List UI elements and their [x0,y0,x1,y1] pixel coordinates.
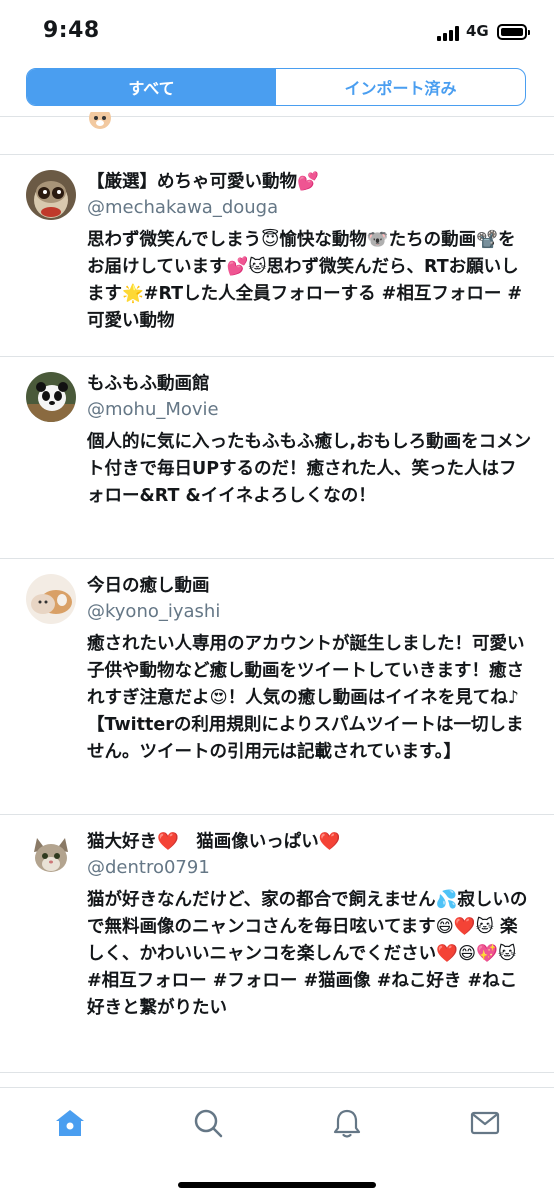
divider [0,116,554,117]
messages-icon[interactable] [468,1106,502,1140]
avatar[interactable] [26,830,76,880]
tab-imported[interactable]: インポート済み [276,69,525,105]
display-name: もふもふ動画館 [87,374,210,394]
avatar[interactable] [26,372,76,422]
display-name: 猫大好き❤️ 猫画像いっぱい❤️ [87,832,341,852]
bio-text: 猫が好きなんだけど、家の都合で飼えません💦寂しいので無料画像のニャンコさんを毎日… [87,890,528,1018]
account-row[interactable]: 猫大好き❤️ 猫画像いっぱい❤️ @dentro0791 猫が好きなんだけど、家… [0,814,554,1072]
avatar[interactable] [26,574,76,624]
home-indicator [178,1182,376,1188]
account-row[interactable]: もふもふ動画館 @mohu_Movie 個人的に気に入ったもふもふ癒し,おもしろ… [0,356,554,558]
user-handle: @mechakawa_douga [87,197,279,218]
status-time: 9:48 [43,18,100,43]
hamster-emoji-icon [89,112,111,129]
account-info: もふもふ動画館 @mohu_Movie 個人的に気に入ったもふもふ癒し,おもしろ… [87,371,532,510]
account-info: 【厳選】めちゃ可愛い動物💕 @mechakawa_douga 思わず微笑んでしま… [87,169,532,335]
home-icon[interactable] [53,1106,87,1140]
battery-icon [497,24,530,40]
bio-text: 思わず微笑んでしまう😇愉快な動物🐨たちの動画📽️をお届けしています💕🐱思わず微笑… [87,230,523,331]
notifications-icon[interactable] [330,1106,364,1140]
network-type: 4G [466,22,489,40]
divider [0,1072,554,1073]
account-row[interactable]: 【厳選】めちゃ可愛い動物💕 @mechakawa_douga 思わず微笑んでしま… [0,154,554,356]
bio-text: 癒されたい人専用のアカウントが誕生しました！可愛い子供や動物など癒し動画をツイー… [87,634,525,762]
avatar[interactable] [26,170,76,220]
tab-all[interactable]: すべて [27,69,276,105]
status-bar: 9:48 4G [0,0,554,64]
user-handle: @mohu_Movie [87,399,219,420]
display-name: 今日の癒し動画 [87,576,210,596]
filter-segmented-control: すべて インポート済み [26,68,526,106]
search-icon[interactable] [191,1106,225,1140]
display-name: 【厳選】めちゃ可愛い動物💕 [87,172,319,192]
user-handle: @kyono_iyashi [87,601,221,622]
account-info: 猫大好き❤️ 猫画像いっぱい❤️ @dentro0791 猫が好きなんだけど、家… [87,829,532,1022]
signal-icon [437,26,463,41]
account-row[interactable]: 今日の癒し動画 @kyono_iyashi 癒されたい人専用のアカウントが誕生し… [0,558,554,814]
bio-text: 個人的に気に入ったもふもふ癒し,おもしろ動画をコメント付きで毎日UPするのだ！癒… [87,432,532,506]
account-info: 今日の癒し動画 @kyono_iyashi 癒されたい人専用のアカウントが誕生し… [87,573,532,766]
user-handle: @dentro0791 [87,857,210,878]
